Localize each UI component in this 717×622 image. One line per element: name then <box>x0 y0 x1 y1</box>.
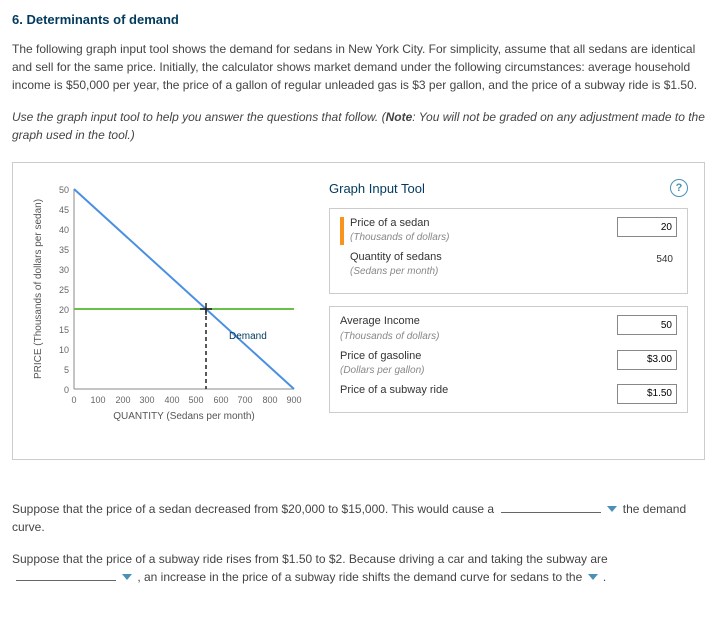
instruction-paragraph: Use the graph input tool to help you ans… <box>12 108 705 144</box>
q1-blank <box>501 512 601 513</box>
dropdown-icon[interactable] <box>586 571 600 583</box>
gasoline-label: Price of gasoline <box>340 350 424 363</box>
svg-text:15: 15 <box>59 325 69 335</box>
q2-text-c: . <box>600 570 607 584</box>
price-sublabel: (Thousands of dollars) <box>350 230 450 245</box>
svg-text:35: 35 <box>59 245 69 255</box>
svg-text:50: 50 <box>59 185 69 195</box>
intro-paragraph: The following graph input tool shows the… <box>12 40 705 94</box>
svg-text:100: 100 <box>90 395 105 405</box>
income-input[interactable] <box>617 315 677 335</box>
svg-text:0: 0 <box>71 395 76 405</box>
q2-text-b: , an increase in the price of a subway r… <box>134 570 586 584</box>
price-label: Price of a sedan <box>350 217 450 230</box>
svg-text:400: 400 <box>164 395 179 405</box>
svg-text:900: 900 <box>286 395 301 405</box>
svg-text:800: 800 <box>262 395 277 405</box>
y-axis-label: PRICE (Thousands of dollars per sedan) <box>33 198 44 378</box>
x-axis-label: QUANTITY (Sedans per month) <box>113 411 255 422</box>
dropdown-icon[interactable] <box>120 571 134 583</box>
svg-text:30: 30 <box>59 265 69 275</box>
instr-note-label: Note <box>386 110 413 124</box>
quantity-sublabel: (Sedans per month) <box>350 264 442 279</box>
determinants-box: Average Income (Thousands of dollars) Pr… <box>329 306 688 412</box>
svg-text:40: 40 <box>59 225 69 235</box>
svg-text:700: 700 <box>237 395 252 405</box>
quantity-label: Quantity of sedans <box>350 251 442 264</box>
demand-legend-label: Demand <box>229 331 267 342</box>
chart-column: 50 45 40 35 30 25 20 15 10 5 0 0 100 200… <box>29 179 309 429</box>
svg-text:500: 500 <box>188 395 203 405</box>
help-icon[interactable]: ? <box>670 179 688 197</box>
demand-curve <box>74 189 294 389</box>
q2-blank-1 <box>16 580 116 581</box>
graph-tool-frame: 50 45 40 35 30 25 20 15 10 5 0 0 100 200… <box>12 162 705 460</box>
svg-text:200: 200 <box>115 395 130 405</box>
svg-text:10: 10 <box>59 345 69 355</box>
series-marker-icon <box>340 217 344 245</box>
svg-text:300: 300 <box>139 395 154 405</box>
price-input[interactable] <box>617 217 677 237</box>
input-panel-column: Graph Input Tool ? Price of a sedan (Tho… <box>329 179 688 429</box>
gasoline-sublabel: (Dollars per gallon) <box>340 363 424 378</box>
question-1: Suppose that the price of a sedan decrea… <box>12 500 705 536</box>
dropdown-icon[interactable] <box>605 503 619 515</box>
question-2: Suppose that the price of a subway ride … <box>12 550 705 586</box>
subway-label: Price of a subway ride <box>340 384 448 397</box>
svg-text:5: 5 <box>64 365 69 375</box>
income-sublabel: (Thousands of dollars) <box>340 329 440 344</box>
panel-title: Graph Input Tool <box>329 179 425 199</box>
quantity-readout: 540 <box>619 251 677 268</box>
question-title: 6. Determinants of demand <box>12 10 705 30</box>
demand-chart[interactable]: 50 45 40 35 30 25 20 15 10 5 0 0 100 200… <box>29 179 309 429</box>
subway-input[interactable] <box>617 384 677 404</box>
instr-part-a: Use the graph input tool to help you ans… <box>12 110 386 124</box>
gasoline-input[interactable] <box>617 350 677 370</box>
price-qty-box: Price of a sedan (Thousands of dollars) … <box>329 208 688 294</box>
income-label: Average Income <box>340 315 440 328</box>
svg-text:25: 25 <box>59 285 69 295</box>
svg-text:20: 20 <box>59 305 69 315</box>
svg-text:45: 45 <box>59 205 69 215</box>
q2-text-a: Suppose that the price of a subway ride … <box>12 552 608 566</box>
svg-text:0: 0 <box>64 385 69 395</box>
q1-text-a: Suppose that the price of a sedan decrea… <box>12 502 497 516</box>
svg-text:600: 600 <box>213 395 228 405</box>
